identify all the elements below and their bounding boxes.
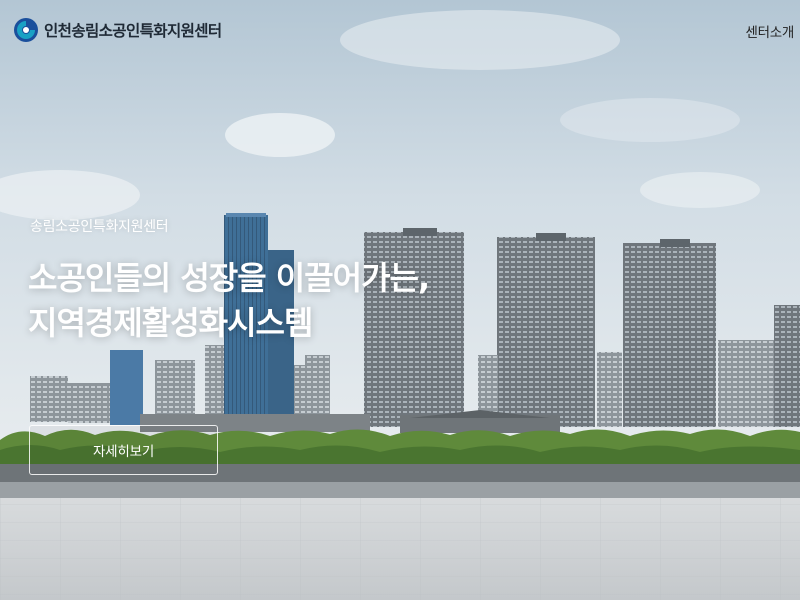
nav-item-center-intro[interactable]: 센터소개: [746, 21, 795, 41]
logo-text: 인천송림소공인특화지원센터: [44, 22, 222, 40]
hero-title-line-1: 소공인들의 성장을 이끌어가는,: [28, 259, 430, 297]
hero-title-line-2: 지역경제활성화시스템: [28, 304, 313, 342]
site-header: 인천송림소공인특화지원센터 센터소개: [0, 0, 800, 62]
site-logo[interactable]: 인천송림소공인특화지원센터: [13, 17, 222, 43]
hero-title: 소공인들의 성장을 이끌어가는, 지역경제활성화시스템: [28, 256, 430, 346]
view-details-button[interactable]: 자세히보기: [29, 425, 218, 475]
hero-subtitle: 송림소공인특화지원센터: [30, 219, 169, 235]
logo-emblem-icon: [14, 18, 38, 42]
